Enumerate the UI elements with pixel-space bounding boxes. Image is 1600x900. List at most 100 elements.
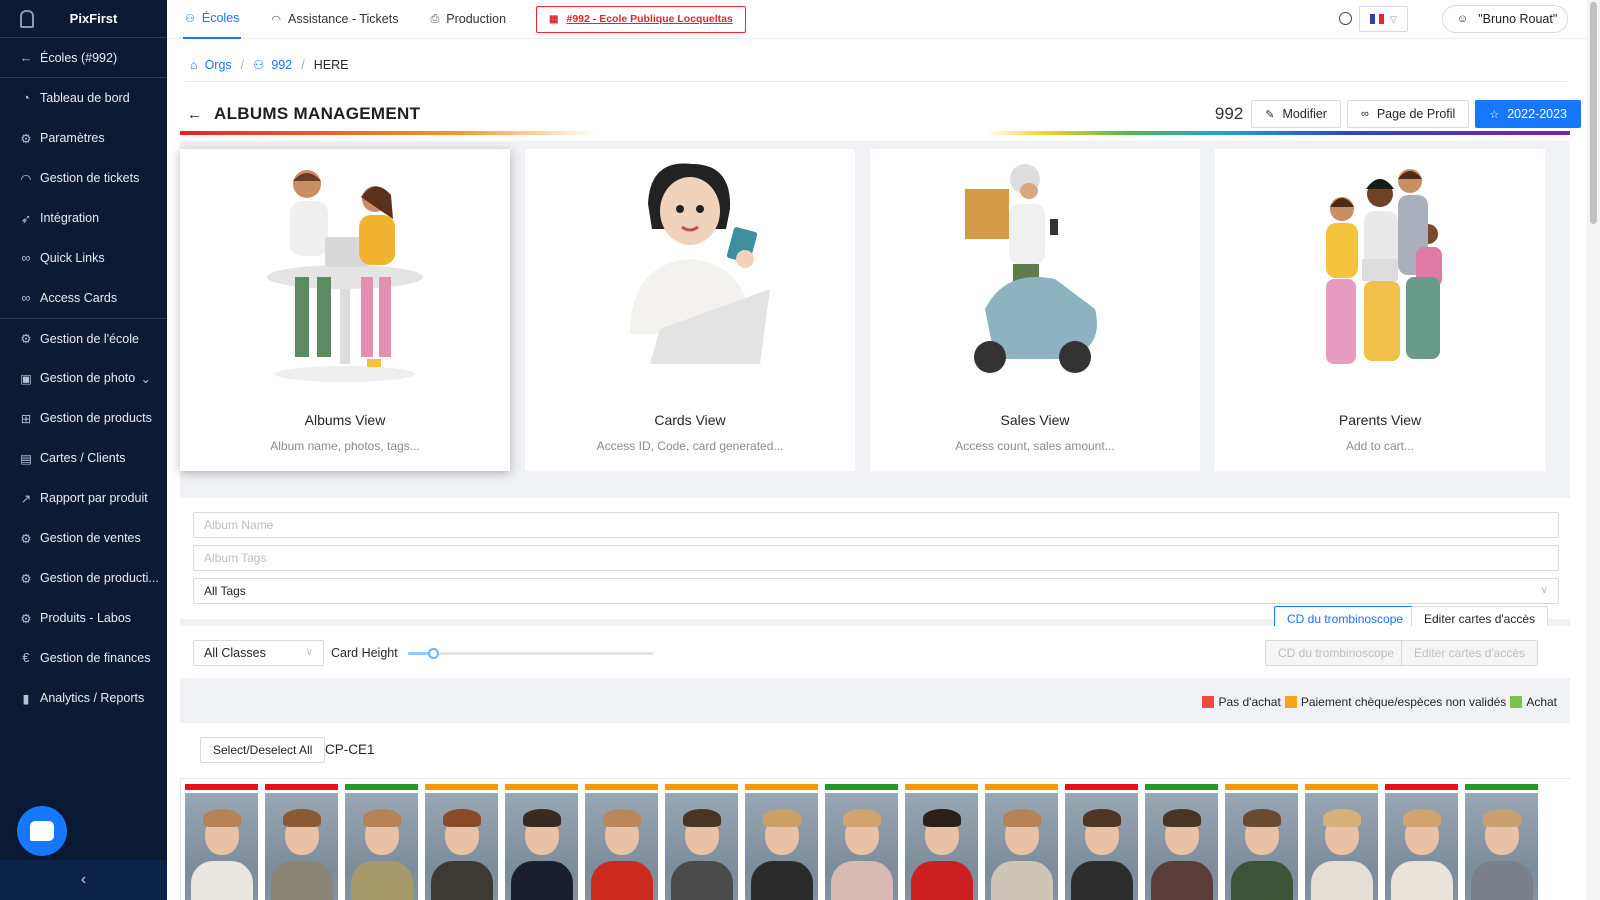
- student-photo-card[interactable]: [505, 784, 578, 900]
- sidebar-item-label: Intégration: [40, 211, 100, 225]
- gear-icon: ⚙: [20, 611, 32, 626]
- tab-assistance-tickets[interactable]: ◠ Assistance - Tickets: [255, 0, 414, 39]
- sidebar-item-gestion-de-finances[interactable]: € Gestion de finances: [0, 638, 167, 678]
- rocket-icon: ➶: [20, 211, 32, 226]
- cards-view-illustration: [630, 163, 770, 364]
- profile-page-button[interactable]: ∞ Page de Profil: [1346, 100, 1470, 128]
- album-tags-input[interactable]: Album Tags: [193, 545, 1559, 571]
- modify-button[interactable]: ✎ Modifier: [1251, 100, 1341, 128]
- link-icon: ∞: [21, 251, 31, 265]
- chevron-down-icon: ⌄: [140, 372, 151, 386]
- link-icon: ∞: [1360, 108, 1369, 120]
- purchase-status-bar: [1465, 784, 1538, 790]
- purchase-status-bar: [825, 784, 898, 790]
- sidebar-item-int-gration[interactable]: ➶ Intégration: [0, 198, 167, 238]
- school-year-button[interactable]: ☆ 2022-2023: [1475, 100, 1581, 128]
- globe-icon[interactable]: [1339, 12, 1352, 25]
- purchase-status-bar: [505, 784, 578, 790]
- gear-icon: ⚙: [20, 571, 32, 586]
- school-year-label: 2022-2023: [1507, 107, 1567, 121]
- sidebar-item-gestion-de-producti[interactable]: ⚙ Gestion de producti...: [0, 558, 167, 598]
- bar-chart-icon: ▮: [22, 691, 30, 706]
- sidebar-item-label: Quick Links: [40, 251, 105, 265]
- sidebar-item-gestion-de-l-cole[interactable]: ⚙ Gestion de l'école: [0, 318, 167, 358]
- student-photo-strip: [180, 778, 1570, 900]
- cards-view-title: Cards View: [654, 412, 726, 428]
- student-photo-card[interactable]: [345, 784, 418, 900]
- sidebar-item-gestion-de-ventes[interactable]: ⚙ Gestion de ventes: [0, 518, 167, 558]
- parents-view-card[interactable]: Parents View Add to cart...: [1215, 149, 1545, 471]
- gear-icon: ⚙: [20, 131, 32, 146]
- student-photo-card[interactable]: [1065, 784, 1138, 900]
- slider-handle[interactable]: [427, 648, 439, 659]
- select-deselect-all-button[interactable]: Select/Deselect All: [200, 737, 326, 763]
- class-select[interactable]: All Classes ∨: [193, 640, 324, 666]
- sidebar-item-gestion-de-tickets[interactable]: ◠ Gestion de tickets: [0, 158, 167, 198]
- sidebar-item-gestion-de-products[interactable]: ⊞ Gestion de products: [0, 398, 167, 438]
- tags-select[interactable]: All Tags ∨: [193, 578, 1559, 604]
- breadcrumb-school[interactable]: 992: [271, 58, 292, 72]
- title-row: ← ALBUMS MANAGEMENT 992 ✎ Modifier ∞ Pag…: [187, 96, 1583, 132]
- cards-view-card[interactable]: Cards View Access ID, Code, card generat…: [525, 149, 855, 471]
- student-photo-card[interactable]: [265, 784, 338, 900]
- scrollbar-thumb[interactable]: [1590, 2, 1597, 224]
- gear-icon: ⚙: [20, 531, 32, 546]
- student-photo-card[interactable]: [985, 784, 1058, 900]
- student-photo-card[interactable]: [185, 784, 258, 900]
- album-name-input[interactable]: Album Name: [193, 512, 1559, 538]
- student-photo-card[interactable]: [425, 784, 498, 900]
- view-selector: Albums View Album name, photos, tags... …: [180, 141, 1570, 486]
- sidebar-item-access-cards[interactable]: ∞ Access Cards: [0, 278, 167, 318]
- sidebar-item-param-tres[interactable]: ⚙ Paramètres: [0, 118, 167, 158]
- albums-view-card[interactable]: Albums View Album name, photos, tags...: [180, 149, 510, 471]
- student-photo-card[interactable]: [745, 784, 818, 900]
- student-photo-card[interactable]: [905, 784, 978, 900]
- euro-icon: €: [22, 651, 30, 665]
- sidebar-item-quick-links[interactable]: ∞ Quick Links: [0, 238, 167, 278]
- back-arrow-icon[interactable]: ←: [187, 106, 202, 123]
- card-height-label: Card Height: [331, 646, 398, 660]
- id-card-icon: ▤: [20, 451, 32, 466]
- student-photo-card[interactable]: [825, 784, 898, 900]
- breadcrumb-orgs[interactable]: Orgs: [205, 58, 232, 72]
- current-school-tag[interactable]: ▦ #992 - Ecole Publique Locqueltas: [536, 5, 746, 33]
- student-photo: [1145, 793, 1218, 900]
- student-photo: [585, 793, 658, 900]
- main-content: ⌂ Orgs / ⚇ 992 / HERE ← ALBUMS MANAGEMEN…: [167, 39, 1587, 900]
- card-height-slider[interactable]: [408, 648, 653, 659]
- sidebar-item-label: Gestion de photo: [40, 371, 136, 385]
- home-icon[interactable]: ⌂: [190, 58, 198, 72]
- sales-view-card[interactable]: Sales View Access count, sales amount...: [870, 149, 1200, 471]
- student-photo-card[interactable]: [1225, 784, 1298, 900]
- chat-button[interactable]: [17, 806, 67, 856]
- current-school-label: #992 - Ecole Publique Locqueltas: [566, 13, 733, 25]
- sidebar-item-produits-labos[interactable]: ⚙ Produits - Labos: [0, 598, 167, 638]
- purchase-status-bar: [1385, 784, 1458, 790]
- sidebar-item-label: Gestion de tickets: [40, 171, 140, 185]
- student-photo-card[interactable]: [1465, 784, 1538, 900]
- user-menu-button[interactable]: ☺ "Bruno Rouat": [1442, 5, 1568, 33]
- language-select[interactable]: ▽: [1359, 6, 1408, 32]
- student-photo-card[interactable]: [1385, 784, 1458, 900]
- team-icon[interactable]: ⚇: [253, 57, 264, 72]
- student-photo-card[interactable]: [585, 784, 658, 900]
- legend-swatch-green: [1510, 696, 1523, 708]
- collapse-sidebar-button[interactable]: ‹: [0, 860, 167, 900]
- student-photo-card[interactable]: [1305, 784, 1378, 900]
- tab-ecoles[interactable]: ⚇ Écoles: [183, 0, 242, 39]
- sidebar-item-rapport-par-produit[interactable]: ↗ Rapport par produit: [0, 478, 167, 518]
- sidebar-item-gestion-de-photo[interactable]: ▣ Gestion de photo ⌄: [0, 358, 167, 398]
- sidebar-item-cartes-clients[interactable]: ▤ Cartes / Clients: [0, 438, 167, 478]
- student-photo-card[interactable]: [665, 784, 738, 900]
- purchase-status-bar: [745, 784, 818, 790]
- brand-name: PixFirst: [69, 11, 118, 26]
- student-photo-card[interactable]: [1145, 784, 1218, 900]
- sidebar-item-tableau-de-bord[interactable]: ◔ Tableau de bord: [0, 78, 167, 118]
- printer-icon: ⎙: [430, 12, 440, 25]
- student-photo: [985, 793, 1058, 900]
- back-to-schools-link[interactable]: ← Écoles (#992): [0, 38, 167, 78]
- page-scrollbar[interactable]: [1587, 0, 1600, 900]
- sidebar-item-analytics-reports[interactable]: ▮ Analytics / Reports: [0, 678, 167, 718]
- purchase-status-bar: [425, 784, 498, 790]
- tab-production[interactable]: ⎙ Production: [414, 0, 522, 39]
